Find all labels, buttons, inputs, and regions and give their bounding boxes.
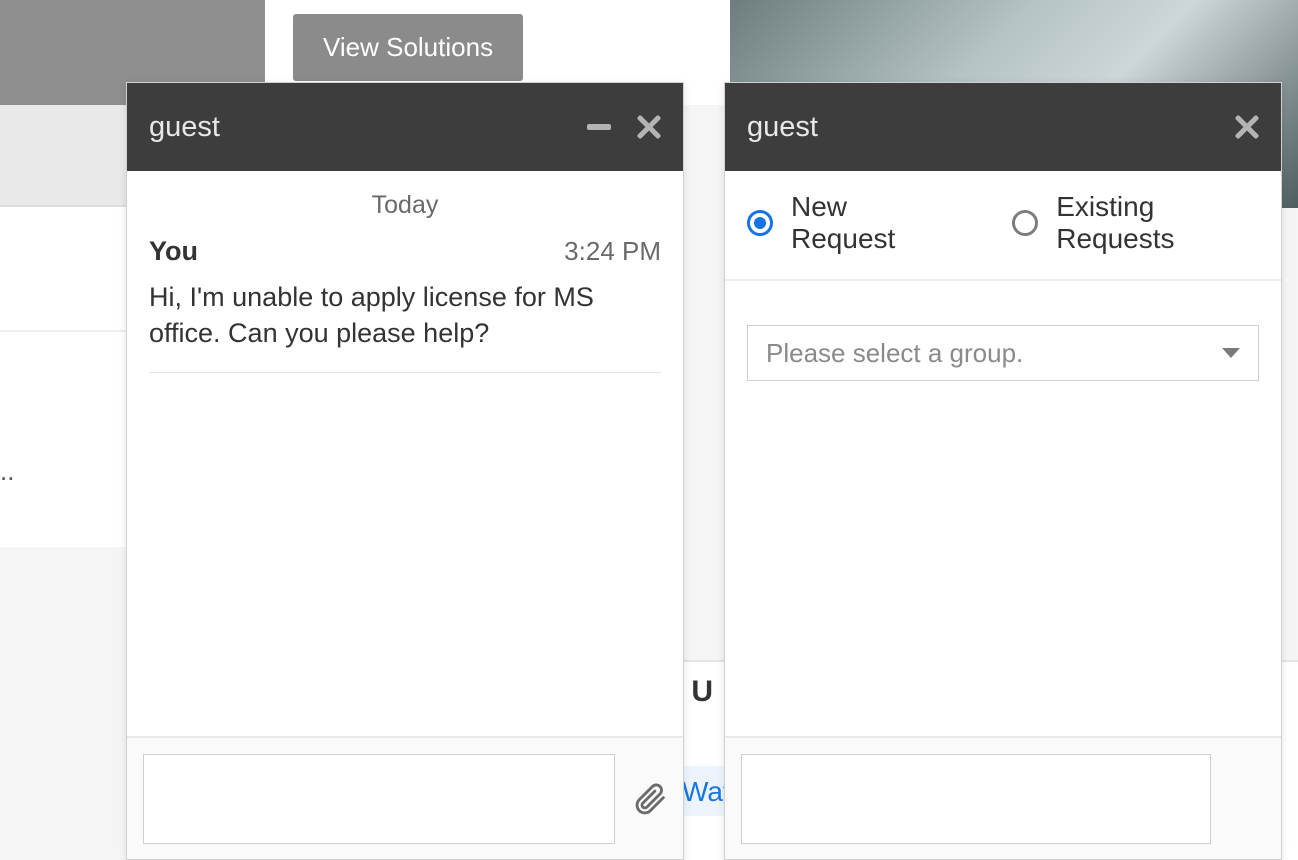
chat-header-controls-right: [1235, 115, 1259, 139]
message-time: 3:24 PM: [564, 236, 661, 267]
chat-header-controls-left: [587, 115, 661, 139]
chat-header-left: guest: [127, 83, 683, 171]
chat-title-left: guest: [149, 111, 220, 144]
chat-body-right-spacer: [725, 381, 1281, 736]
request-type-radio-group: New Request Existing Requests: [725, 171, 1281, 281]
chevron-down-icon: [1222, 348, 1240, 358]
paperclip-icon[interactable]: [633, 782, 667, 816]
radio-existing-requests[interactable]: Existing Requests: [1012, 191, 1259, 255]
background-left-white-2: ..: [0, 332, 126, 547]
radio-label-new-request: New Request: [791, 191, 942, 255]
radio-icon-selected: [747, 210, 773, 236]
chat-footer-left: [127, 736, 683, 859]
date-label: Today: [149, 191, 661, 220]
message-text: Hi, I'm unable to apply license for MS o…: [149, 279, 661, 373]
chat-body-left: Today You 3:24 PM Hi, I'm unable to appl…: [127, 171, 683, 736]
group-select-wrap: Please select a group.: [725, 281, 1281, 381]
chat-input-right[interactable]: [741, 754, 1211, 844]
message-sender: You: [149, 236, 198, 267]
chat-window-right: guest New Request Existing Requests Plea…: [724, 82, 1282, 860]
chat-window-left: guest Today You 3:24 PM Hi, I'm unable t…: [126, 82, 684, 860]
radio-new-request[interactable]: New Request: [747, 191, 942, 255]
group-select[interactable]: Please select a group.: [747, 325, 1259, 381]
chat-input-left[interactable]: [143, 754, 615, 844]
radio-icon-unselected: [1012, 210, 1038, 236]
minimize-icon[interactable]: [587, 124, 611, 130]
chat-footer-right: [725, 736, 1281, 859]
group-select-placeholder: Please select a group.: [766, 338, 1023, 369]
radio-label-existing-requests: Existing Requests: [1056, 191, 1259, 255]
view-solutions-button[interactable]: View Solutions: [293, 14, 523, 81]
chat-title-right: guest: [747, 111, 818, 144]
message-header-row: You 3:24 PM: [149, 236, 661, 267]
close-icon[interactable]: [1235, 115, 1259, 139]
close-icon[interactable]: [637, 115, 661, 139]
chat-header-right: guest: [725, 83, 1281, 171]
bg-partial-dots: ..: [0, 456, 14, 487]
background-left-white-1: [0, 207, 126, 332]
